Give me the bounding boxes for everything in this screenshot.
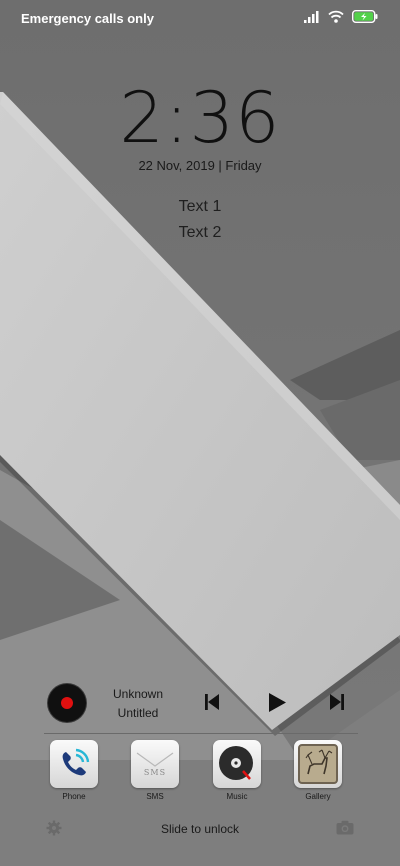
gallery-icon bbox=[294, 740, 342, 788]
battery-icon bbox=[352, 10, 378, 23]
dock-label-phone: Phone bbox=[62, 792, 86, 801]
widget-text-1: Text 1 bbox=[178, 198, 222, 215]
bottom-bar: Slide to unlock bbox=[0, 820, 400, 842]
dock-music[interactable]: Music bbox=[211, 740, 263, 801]
status-icons bbox=[304, 10, 378, 23]
previous-track-icon[interactable] bbox=[205, 694, 219, 710]
music-player: Unknown Untitled bbox=[0, 680, 400, 730]
sms-icon: SMS bbox=[131, 740, 179, 788]
camera-icon[interactable] bbox=[336, 820, 354, 835]
signal-icon bbox=[304, 10, 319, 23]
divider bbox=[44, 733, 358, 734]
music-icon bbox=[213, 740, 261, 788]
status-bar: Emergency calls only bbox=[0, 0, 400, 36]
track-info: Unknown Untitled bbox=[98, 685, 178, 723]
play-icon[interactable] bbox=[268, 693, 286, 712]
wifi-icon bbox=[328, 10, 344, 23]
dock-phone[interactable]: Phone bbox=[48, 740, 100, 801]
dock-label-sms: SMS bbox=[146, 792, 164, 801]
record-disc-icon[interactable] bbox=[48, 684, 86, 722]
track-title: Untitled bbox=[117, 706, 159, 720]
dock-label-gallery: Gallery bbox=[305, 792, 331, 801]
clock-date: 22 Nov, 2019 | Friday bbox=[138, 158, 262, 173]
dock-label-music: Music bbox=[226, 792, 248, 801]
dock-gallery[interactable]: Gallery bbox=[292, 740, 344, 801]
phone-icon bbox=[50, 740, 98, 788]
next-track-icon[interactable] bbox=[330, 694, 344, 710]
sms-icon-text: SMS bbox=[143, 767, 167, 777]
widget-text-2: Text 2 bbox=[178, 224, 222, 241]
lock-screen: Emergency calls only 2:36 22 Nov, 2019 |… bbox=[0, 0, 400, 866]
dock-sms[interactable]: SMS SMS bbox=[129, 740, 181, 801]
clock-time: 2:36 bbox=[119, 77, 281, 159]
carrier-text: Emergency calls only bbox=[21, 11, 154, 26]
record-dot bbox=[61, 697, 73, 709]
track-artist: Unknown bbox=[112, 687, 164, 701]
